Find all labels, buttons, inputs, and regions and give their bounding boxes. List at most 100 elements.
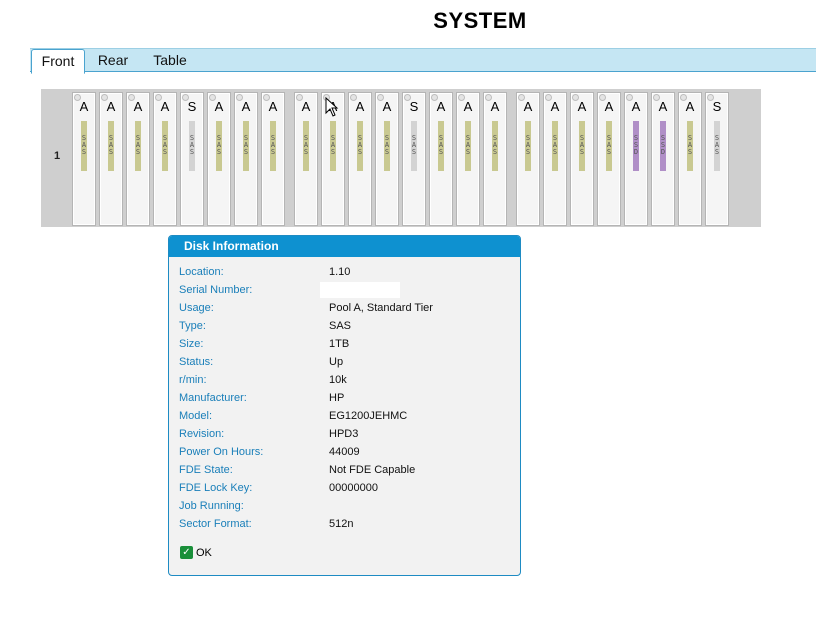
disk-info-row: Job Running: [169, 500, 520, 516]
disk-bay[interactable]: A SAS [153, 92, 177, 226]
disk-bay[interactable]: S SAS [402, 92, 426, 226]
disk-info-row: Location: 1.10 [169, 266, 520, 282]
disk-bay[interactable]: A SAS [597, 92, 621, 226]
disk-pool-letter: A [79, 99, 89, 114]
disk-pool-letter: A [106, 99, 116, 114]
disk-bay[interactable]: A SAS [483, 92, 507, 226]
disk-pool-letter: A [463, 99, 473, 114]
disk-pool-letter: A [268, 99, 278, 114]
info-value: 1TB [329, 338, 350, 350]
info-label: Serial Number: [179, 284, 253, 296]
info-label: Type: [179, 320, 206, 332]
disk-pool-letter: S [409, 99, 419, 114]
disk-bay[interactable]: S SAS [705, 92, 729, 226]
disk-info-row: FDE Lock Key: 00000000 [169, 482, 520, 498]
disk-type-label: SAS [714, 134, 720, 156]
ok-label: OK [196, 546, 212, 559]
disk-pool-letter: A [160, 99, 170, 114]
disk-type-label: SAS [108, 134, 114, 156]
disk-type-label: SAS [81, 134, 87, 156]
disk-info-row: Manufacturer: HP [169, 392, 520, 408]
tab-table[interactable]: Table [148, 49, 192, 71]
disk-bay[interactable]: A SAS [456, 92, 480, 226]
info-value: SAS [329, 320, 352, 332]
info-label: Power On Hours: [179, 446, 264, 458]
disk-info-row: Usage: Pool A, Standard Tier [169, 302, 520, 318]
disk-bay[interactable]: A SAS [348, 92, 372, 226]
disk-type-label: SAS [357, 134, 363, 156]
info-label: Revision: [179, 428, 225, 440]
disk-bay[interactable]: A SAS [234, 92, 258, 226]
info-value: 44009 [329, 446, 360, 458]
disk-bay[interactable]: A SAS [72, 92, 96, 226]
info-label: Status: [179, 356, 214, 368]
disk-type-label: SAS [243, 134, 249, 156]
disk-pool-letter: S [712, 99, 722, 114]
disk-bay[interactable]: A SSD [651, 92, 675, 226]
disk-info-row: Status: Up [169, 356, 520, 372]
disk-pool-letter: A [355, 99, 365, 114]
disk-info-row: Revision: HPD3 [169, 428, 520, 444]
disk-bay[interactable]: A SAS [543, 92, 567, 226]
disk-bay[interactable]: A SAS [516, 92, 540, 226]
disk-bay[interactable]: A SSD [624, 92, 648, 226]
serial-redaction [320, 282, 400, 298]
info-label: Size: [179, 338, 204, 350]
info-label: Usage: [179, 302, 214, 314]
info-value: EG1200JEHMC [329, 410, 408, 422]
disk-bay[interactable]: A SAS [126, 92, 150, 226]
disk-type-label: SAS [552, 134, 558, 156]
disk-type-label: SSD [633, 134, 639, 156]
disk-type-label: SAS [216, 134, 222, 156]
info-value: 00000000 [329, 482, 378, 494]
disk-bay[interactable]: A SAS [375, 92, 399, 226]
page-title: SYSTEM [433, 8, 527, 33]
disk-bay[interactable]: A SAS [294, 92, 318, 226]
tab-front[interactable]: Front [31, 49, 85, 74]
info-label: Sector Format: [179, 518, 252, 530]
info-value: Up [329, 356, 344, 368]
info-label: Job Running: [179, 500, 244, 512]
disk-type-label: SAS [438, 134, 444, 156]
disk-info-row: Size: 1TB [169, 338, 520, 354]
info-label: Location: [179, 266, 224, 278]
disk-pool-letter: S [187, 99, 197, 114]
disk-type-label: SAS [330, 134, 336, 156]
disk-pool-letter: A [523, 99, 533, 114]
info-value: HP [329, 392, 345, 404]
disk-pool-letter: A [577, 99, 587, 114]
disk-type-label: SAS [162, 134, 168, 156]
disk-bay[interactable]: A SAS [261, 92, 285, 226]
disk-pool-letter: A [436, 99, 446, 114]
info-value: 512n [329, 518, 354, 530]
info-label: r/min: [179, 374, 207, 386]
disk-bay[interactable]: S SAS [180, 92, 204, 226]
ok-button[interactable]: ✓ OK [180, 546, 212, 562]
disk-type-label: SAS [465, 134, 471, 156]
tab-rear[interactable]: Rear [92, 49, 134, 71]
disk-bay[interactable]: A SAS [570, 92, 594, 226]
disk-pool-letter: A [133, 99, 143, 114]
info-value: Pool A, Standard Tier [329, 302, 433, 314]
disk-bay[interactable]: A SAS [207, 92, 231, 226]
info-label: Model: [179, 410, 213, 422]
check-icon: ✓ [180, 546, 193, 559]
disk-info-row: Model: EG1200JEHMC [169, 410, 520, 426]
disk-type-label: SAS [411, 134, 417, 156]
disk-pool-letter: A [241, 99, 251, 114]
disk-info-row: FDE State: Not FDE Capable [169, 464, 520, 480]
info-label: FDE State: [179, 464, 233, 476]
disk-pool-letter: A [490, 99, 500, 114]
disk-bay[interactable]: A SAS [678, 92, 702, 226]
disk-pool-letter: A [658, 99, 668, 114]
disk-information-panel: Disk Information Location: 1.10 Serial Num… [168, 235, 521, 576]
disk-info-row: Type: SAS [169, 320, 520, 336]
disk-info-row: r/min: 10k [169, 374, 520, 390]
disk-bay[interactable]: A SAS [429, 92, 453, 226]
disk-pool-letter: A [214, 99, 224, 114]
disk-type-label: SAS [687, 134, 693, 156]
disk-type-label: SAS [303, 134, 309, 156]
disk-bay[interactable]: A SAS [99, 92, 123, 226]
disk-type-label: SAS [606, 134, 612, 156]
disk-pool-letter: A [382, 99, 392, 114]
